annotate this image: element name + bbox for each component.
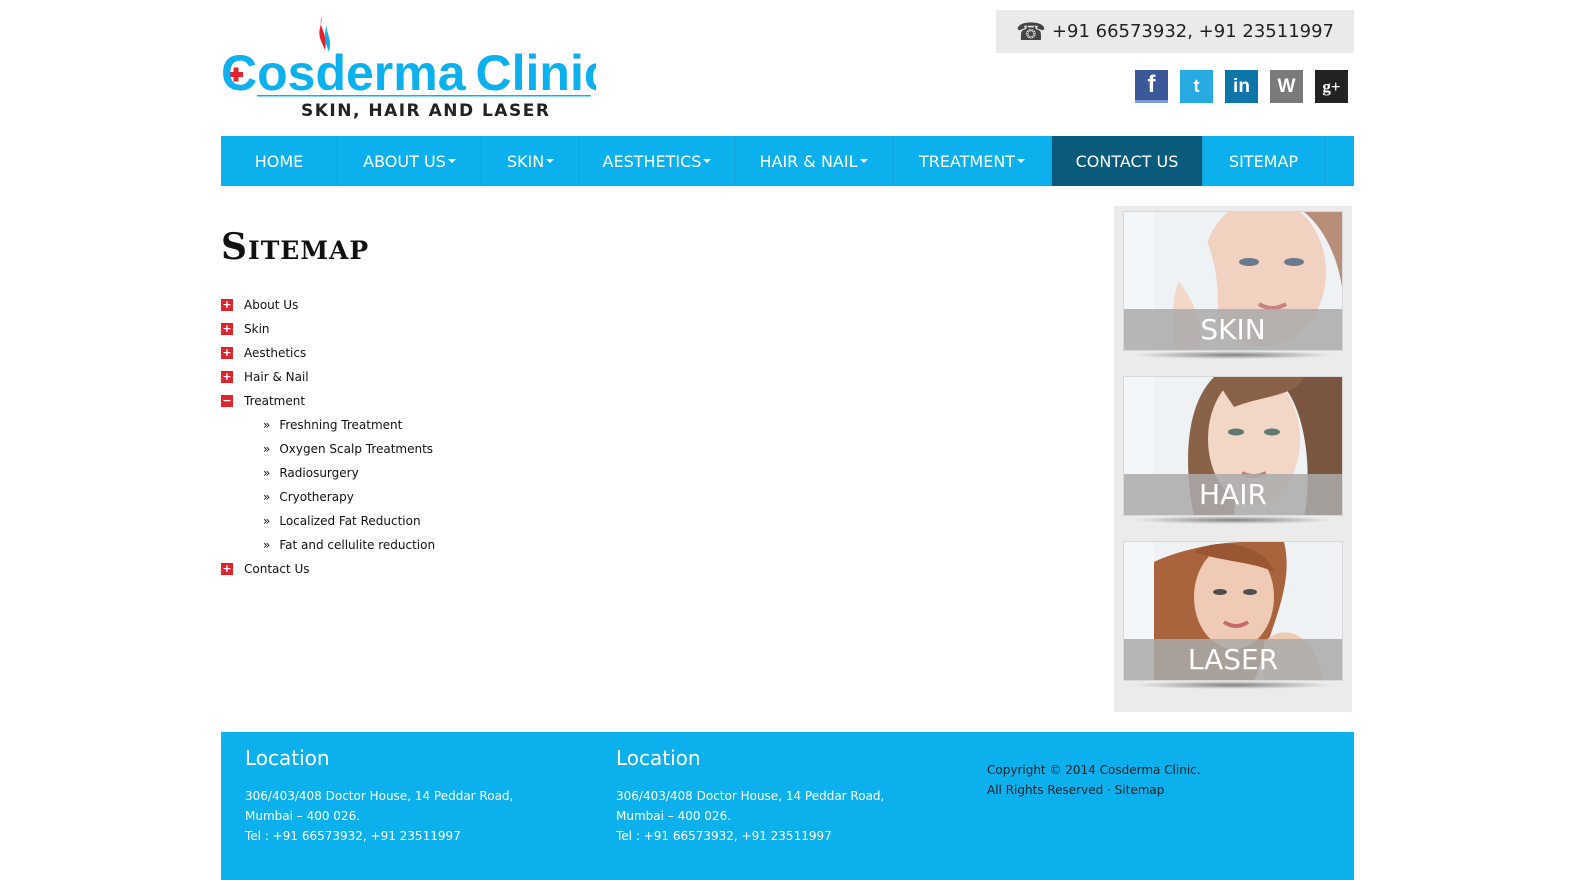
nav-aesthetics[interactable]: AESTHETICS <box>580 136 735 186</box>
tree-subitem: » Fat and cellulite reduction <box>263 536 435 554</box>
tree-item-about-us: + About Us <box>221 296 298 314</box>
tree-link[interactable]: Localized Fat Reduction <box>279 514 420 528</box>
footer-sitemap-link[interactable]: Sitemap <box>1115 783 1165 797</box>
footer-heading: Location <box>245 746 330 770</box>
social-links: f t in W g+ <box>1135 70 1348 103</box>
nav-about-us[interactable]: ABOUT US <box>338 136 482 186</box>
caret-down-icon <box>703 159 712 163</box>
phone-numbers: +91 66573932, +91 23511997 <box>1051 21 1334 42</box>
nav-label: CONTACT US <box>1075 151 1179 171</box>
card-shadow <box>1132 351 1334 359</box>
laser-card[interactable]: LASER <box>1123 541 1343 681</box>
hair-card[interactable]: HAIR <box>1123 376 1343 516</box>
hair-label: HAIR <box>1124 474 1342 515</box>
tree-link[interactable]: Fat and cellulite reduction <box>279 538 435 552</box>
footer-phone: Tel : +91 66573932, +91 23511997 <box>245 829 461 843</box>
caret-down-icon <box>1017 159 1026 163</box>
double-chevron-icon: » <box>263 418 271 432</box>
footer-address-line: Mumbai – 400 026. <box>616 809 732 823</box>
tree-item-contact-us: + Contact Us <box>221 560 310 578</box>
double-chevron-icon: » <box>263 442 271 456</box>
nav-label: AESTHETICS <box>602 151 702 171</box>
footer-address-line: Mumbai – 400 026. <box>245 809 361 823</box>
tree-link[interactable]: About Us <box>244 298 298 312</box>
nav-contact-us[interactable]: CONTACT US <box>1052 136 1203 186</box>
tree-link[interactable]: Contact Us <box>244 562 310 576</box>
nav-label: SKIN <box>506 151 545 171</box>
tree-link[interactable]: Freshning Treatment <box>279 418 402 432</box>
tree-link[interactable]: Oxygen Scalp Treatments <box>279 442 433 456</box>
footer-copyright: Copyright © 2014 Cosderma Clinic. All Ri… <box>987 760 1201 800</box>
wordpress-icon[interactable]: W <box>1270 70 1303 103</box>
rights-text: All Rights Reserved · <box>987 783 1111 797</box>
phone-bar: ☎ +91 66573932, +91 23511997 <box>996 10 1354 53</box>
expand-icon[interactable]: + <box>221 371 233 383</box>
nav-home[interactable]: HOME <box>221 136 338 186</box>
facebook-icon[interactable]: f <box>1135 70 1168 103</box>
tree-item-skin: + Skin <box>221 320 270 338</box>
main-nav: HOME ABOUT US SKIN AESTHETICS HAIR & NAI… <box>221 136 1354 186</box>
double-chevron-icon: » <box>263 514 271 528</box>
footer: Location 306/403/408 Doctor House, 14 Pe… <box>221 732 1354 880</box>
tree-link[interactable]: Hair & Nail <box>244 370 309 384</box>
footer-heading: Location <box>616 746 701 770</box>
expand-icon[interactable]: + <box>221 323 233 335</box>
tree-item-treatment: − Treatment <box>221 392 305 410</box>
logo-tagline: SKIN, HAIR AND LASER <box>301 101 550 121</box>
nav-label: HAIR & NAIL <box>759 151 858 171</box>
double-chevron-icon: » <box>263 490 271 504</box>
footer-address-line: 306/403/408 Doctor House, 14 Peddar Road… <box>245 789 514 803</box>
footer-phone: Tel : +91 66573932, +91 23511997 <box>616 829 832 843</box>
caret-down-icon <box>546 159 555 163</box>
tree-item-aesthetics: + Aesthetics <box>221 344 306 362</box>
nav-label: TREATMENT <box>918 151 1016 171</box>
tree-item-hair-nail: + Hair & Nail <box>221 368 309 386</box>
tree-link[interactable]: Skin <box>244 322 270 336</box>
tree-link[interactable]: Treatment <box>244 394 305 408</box>
laser-label: LASER <box>1124 639 1342 680</box>
nav-hair-nail[interactable]: HAIR & NAIL <box>735 136 893 186</box>
rights-line: All Rights Reserved · Sitemap <box>987 780 1201 800</box>
double-chevron-icon: » <box>263 466 271 480</box>
card-shadow <box>1132 681 1334 689</box>
nav-treatment[interactable]: TREATMENT <box>893 136 1052 186</box>
expand-icon[interactable]: + <box>221 299 233 311</box>
nav-label: HOME <box>254 151 304 171</box>
caret-down-icon <box>447 159 456 163</box>
card-shadow <box>1132 516 1334 524</box>
footer-location-1: Location 306/403/408 Doctor House, 14 Pe… <box>245 746 513 846</box>
skin-label: SKIN <box>1124 309 1342 350</box>
clinic-logo[interactable]: CosdermaClinic SKIN, HAIR AND LASER <box>221 14 596 122</box>
tree-subitem: » Freshning Treatment <box>263 416 402 434</box>
linkedin-icon[interactable]: in <box>1225 70 1258 103</box>
tree-link[interactable]: Aesthetics <box>244 346 306 360</box>
collapse-icon[interactable]: − <box>221 395 233 407</box>
tree-subitem: » Localized Fat Reduction <box>263 512 421 530</box>
tree-link[interactable]: Radiosurgery <box>279 466 358 480</box>
twitter-icon[interactable]: t <box>1180 70 1213 103</box>
nav-skin[interactable]: SKIN <box>482 136 580 186</box>
tree-subitem: » Oxygen Scalp Treatments <box>263 440 433 458</box>
tree-subitem: » Radiosurgery <box>263 464 359 482</box>
tree-link[interactable]: Cryotherapy <box>279 490 353 504</box>
tree-subitem: » Cryotherapy <box>263 488 354 506</box>
footer-location-2: Location 306/403/408 Doctor House, 14 Pe… <box>616 746 884 846</box>
expand-icon[interactable]: + <box>221 347 233 359</box>
double-chevron-icon: » <box>263 538 271 552</box>
page-title: Sitemap <box>221 226 370 268</box>
skin-card[interactable]: SKIN <box>1123 211 1343 351</box>
service-sidebar: SKIN HAIR LASER <box>1114 206 1352 712</box>
expand-icon[interactable]: + <box>221 563 233 575</box>
nav-label: ABOUT US <box>363 151 446 171</box>
nav-sitemap[interactable]: SITEMAP <box>1203 136 1325 186</box>
logo-wordmark: CosdermaClinic <box>221 45 596 101</box>
telephone-icon: ☎ <box>1016 17 1046 46</box>
caret-down-icon <box>859 159 868 163</box>
google-plus-icon[interactable]: g+ <box>1315 70 1348 103</box>
footer-address-line: 306/403/408 Doctor House, 14 Peddar Road… <box>616 789 885 803</box>
nav-label: SITEMAP <box>1228 151 1299 171</box>
copyright-text: Copyright © 2014 Cosderma Clinic. <box>987 763 1201 777</box>
